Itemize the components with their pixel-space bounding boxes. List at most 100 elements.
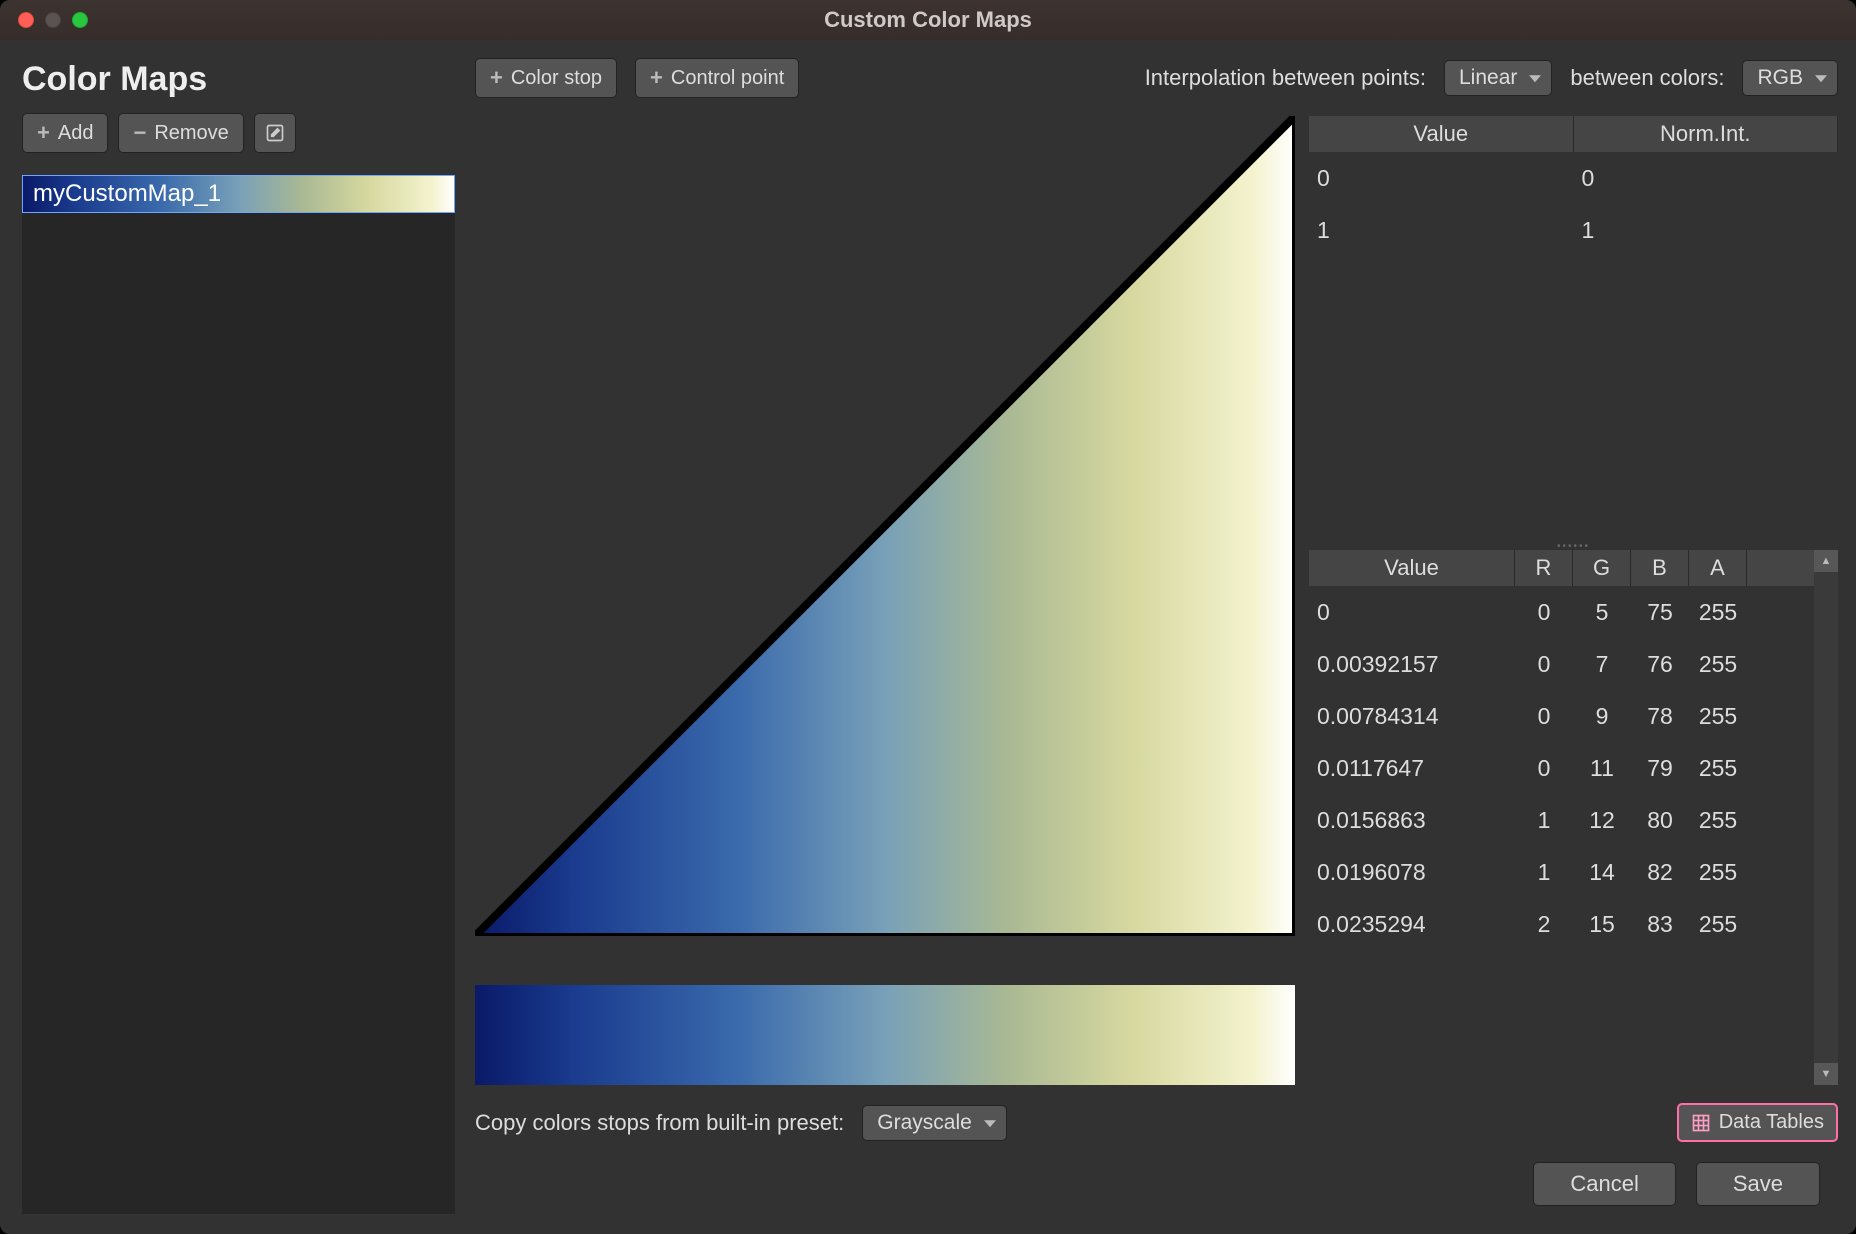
add-button[interactable]: Add: [22, 113, 108, 153]
cell-value[interactable]: 0.0235294: [1309, 898, 1515, 950]
scroll-track[interactable]: [1814, 572, 1838, 1063]
cell-value[interactable]: 0: [1309, 586, 1515, 638]
table-row[interactable]: 0.011764701179255: [1309, 742, 1814, 794]
cell-r[interactable]: 0: [1515, 690, 1573, 742]
rgba-table: Value R G B A 005752550.0039215707762550…: [1309, 550, 1838, 1085]
cell-g[interactable]: 11: [1573, 742, 1631, 794]
sidebar: Color Maps Add Remove myCustomMap_1: [0, 40, 475, 1234]
copy-preset-select[interactable]: Grayscale: [862, 1105, 1007, 1141]
cell-g[interactable]: 12: [1573, 794, 1631, 846]
between-colors-select[interactable]: RGB: [1742, 60, 1838, 96]
cell-value[interactable]: 0.00392157: [1309, 638, 1515, 690]
cell-b[interactable]: 79: [1631, 742, 1689, 794]
scroll-up-icon[interactable]: ▲: [1814, 550, 1838, 572]
cell-g[interactable]: 15: [1573, 898, 1631, 950]
gradient-bar[interactable]: [475, 985, 1295, 1085]
cancel-button[interactable]: Cancel: [1533, 1162, 1675, 1206]
preview-column: [475, 116, 1295, 1085]
table-row[interactable]: 11: [1309, 204, 1838, 256]
cell-a[interactable]: 255: [1689, 742, 1747, 794]
cell-g[interactable]: 5: [1573, 586, 1631, 638]
cell-value[interactable]: 1: [1309, 204, 1574, 256]
minimize-icon[interactable]: [45, 12, 61, 28]
cell-value[interactable]: 0: [1309, 152, 1574, 204]
cell-a[interactable]: 255: [1689, 638, 1747, 690]
grid-icon: [1691, 1113, 1711, 1133]
zoom-icon[interactable]: [72, 12, 88, 28]
bottom-row: Copy colors stops from built-in preset: …: [475, 1085, 1838, 1152]
table-row[interactable]: 00: [1309, 152, 1838, 204]
cell-value[interactable]: 0.0156863: [1309, 794, 1515, 846]
cell-r[interactable]: 0: [1515, 638, 1573, 690]
cell-a[interactable]: 255: [1689, 846, 1747, 898]
scrollbar[interactable]: ▲ ▼: [1814, 550, 1838, 1085]
table-row[interactable]: 0.023529421583255: [1309, 898, 1814, 950]
remove-label: Remove: [154, 122, 228, 145]
cell-b[interactable]: 82: [1631, 846, 1689, 898]
cell-a[interactable]: 255: [1689, 794, 1747, 846]
rgba-table-head: Value R G B A: [1309, 550, 1814, 586]
rgba-col-g[interactable]: G: [1573, 550, 1631, 586]
alpha-triangle-svg: [475, 116, 1295, 936]
copy-preset-value: Grayscale: [877, 1111, 972, 1134]
cell-g[interactable]: 9: [1573, 690, 1631, 742]
colormap-list[interactable]: myCustomMap_1: [22, 175, 455, 1214]
plus-icon: [650, 65, 663, 91]
interp-select[interactable]: Linear: [1444, 60, 1552, 96]
cell-value[interactable]: 0.0196078: [1309, 846, 1515, 898]
cell-g[interactable]: 7: [1573, 638, 1631, 690]
data-tables-button[interactable]: Data Tables: [1677, 1103, 1838, 1142]
plus-icon: [490, 65, 503, 91]
cell-r[interactable]: 2: [1515, 898, 1573, 950]
rgba-table-body[interactable]: 005752550.0039215707762550.0078431409782…: [1309, 586, 1814, 1085]
table-splitter[interactable]: ••••••: [1309, 542, 1838, 550]
sidebar-heading: Color Maps: [22, 60, 455, 99]
rgba-col-b[interactable]: B: [1631, 550, 1689, 586]
rgba-col-value[interactable]: Value: [1309, 550, 1515, 586]
norm-col-value[interactable]: Value: [1309, 116, 1574, 152]
cell-b[interactable]: 80: [1631, 794, 1689, 846]
cell-r[interactable]: 1: [1515, 846, 1573, 898]
norm-col-norm[interactable]: Norm.Int.: [1574, 116, 1839, 152]
table-row[interactable]: 0.007843140978255: [1309, 690, 1814, 742]
traffic-lights: [0, 12, 88, 28]
edit-button[interactable]: [254, 113, 296, 153]
norm-table-body[interactable]: 00 11: [1309, 152, 1838, 542]
cell-r[interactable]: 1: [1515, 794, 1573, 846]
cell-r[interactable]: 0: [1515, 586, 1573, 638]
plus-icon: [37, 120, 50, 146]
close-icon[interactable]: [18, 12, 34, 28]
save-button[interactable]: Save: [1696, 1162, 1820, 1206]
add-control-point-button[interactable]: Control point: [635, 58, 799, 98]
cell-norm[interactable]: 1: [1574, 204, 1839, 256]
tables-column: Value Norm.Int. 00 11 •••••• V: [1309, 116, 1838, 1085]
colormap-list-item[interactable]: myCustomMap_1: [22, 175, 455, 213]
cell-norm[interactable]: 0: [1574, 152, 1839, 204]
table-row[interactable]: 00575255: [1309, 586, 1814, 638]
cell-a[interactable]: 255: [1689, 898, 1747, 950]
cell-b[interactable]: 76: [1631, 638, 1689, 690]
scroll-down-icon[interactable]: ▼: [1814, 1063, 1838, 1085]
interp-value: Linear: [1459, 66, 1517, 89]
cell-g[interactable]: 14: [1573, 846, 1631, 898]
cell-r[interactable]: 0: [1515, 742, 1573, 794]
cell-a[interactable]: 255: [1689, 690, 1747, 742]
cell-b[interactable]: 78: [1631, 690, 1689, 742]
table-row[interactable]: 0.015686311280255: [1309, 794, 1814, 846]
save-label: Save: [1733, 1171, 1783, 1196]
cell-b[interactable]: 83: [1631, 898, 1689, 950]
rgba-col-r[interactable]: R: [1515, 550, 1573, 586]
control-point-label: Control point: [671, 67, 784, 90]
table-row[interactable]: 0.003921570776255: [1309, 638, 1814, 690]
alpha-triangle[interactable]: [475, 116, 1295, 969]
rgba-col-a[interactable]: A: [1689, 550, 1747, 586]
table-row[interactable]: 0.019607811482255: [1309, 846, 1814, 898]
cell-a[interactable]: 255: [1689, 586, 1747, 638]
add-color-stop-button[interactable]: Color stop: [475, 58, 617, 98]
cell-value[interactable]: 0.00784314: [1309, 690, 1515, 742]
cell-b[interactable]: 75: [1631, 586, 1689, 638]
data-tables-label: Data Tables: [1719, 1111, 1824, 1134]
cell-value[interactable]: 0.0117647: [1309, 742, 1515, 794]
between-colors-label: between colors:: [1570, 65, 1724, 91]
remove-button[interactable]: Remove: [118, 113, 243, 153]
